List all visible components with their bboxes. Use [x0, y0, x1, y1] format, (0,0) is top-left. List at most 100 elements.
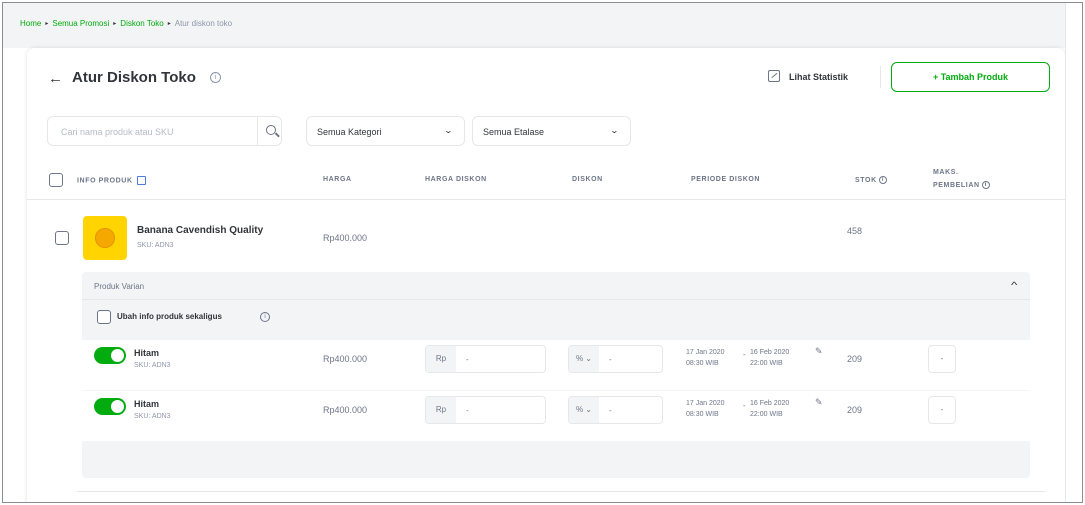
- period-end-time: 22:00 WIB: [750, 411, 783, 418]
- breadcrumb-bar: Home ▸ Semua Promosi ▸ Diskon Toko ▸ Atu…: [3, 3, 1065, 48]
- page-title: Atur Diskon Toko: [72, 69, 196, 86]
- variant-panel: Produk Varian ^ Ubah info produk sekalig…: [82, 272, 1030, 478]
- column-harga: HARGA: [323, 176, 352, 183]
- product-sku: SKU: ADN3: [137, 242, 174, 249]
- period-start-date: 17 Jan 2020: [686, 400, 725, 407]
- column-diskon: DISKON: [572, 176, 603, 183]
- info-square-icon[interactable]: [136, 176, 146, 185]
- period-start: 17 Jan 2020 08:30 WIB: [686, 347, 725, 369]
- column-info-produk-label: INFO PRODUK: [77, 177, 133, 185]
- max-purchase-input[interactable]: -: [928, 345, 956, 373]
- search-icon[interactable]: [266, 125, 276, 135]
- variant-name: Hitam: [134, 399, 160, 409]
- main-card: ← Atur Diskon Toko i Lihat Statistik + T…: [27, 48, 1065, 502]
- period-start: 17 Jan 2020 08:30 WIB: [686, 398, 725, 420]
- product-image: [83, 216, 127, 260]
- column-stok-label: STOK: [855, 176, 877, 184]
- variant-sku: SKU: ADN3: [134, 413, 171, 420]
- discount-price-input[interactable]: Rp -: [425, 396, 546, 424]
- column-periode-diskon: PERIODE DISKON: [691, 176, 761, 183]
- info-icon[interactable]: i: [981, 181, 990, 189]
- variant-row: Hitam SKU: ADN3 Rp400.000 Rp - % ⌄ - 17 …: [82, 391, 1030, 441]
- variant-toggle[interactable]: [94, 398, 126, 415]
- period-end-time: 22:00 WIB: [750, 360, 783, 367]
- variant-price: Rp400.000: [323, 354, 368, 364]
- variant-price: Rp400.000: [323, 405, 368, 415]
- period-end-date: 16 Feb 2020: [750, 349, 790, 356]
- max-purchase-input[interactable]: -: [928, 396, 956, 424]
- product-price: Rp400.000: [323, 233, 368, 243]
- variant-name: Hitam: [134, 348, 160, 358]
- bulk-edit-label: Ubah info produk sekaligus: [117, 312, 222, 321]
- period-dash: -: [743, 350, 746, 359]
- etalase-dropdown-label: Semua Etalase: [483, 127, 545, 137]
- add-product-button[interactable]: + Tambah Produk: [891, 62, 1050, 92]
- chart-icon[interactable]: [768, 70, 780, 82]
- breadcrumb-current: Atur diskon toko: [174, 19, 233, 28]
- breadcrumb-home[interactable]: Home: [20, 19, 41, 28]
- search-divider: [257, 117, 258, 145]
- chevron-down-icon: ⌄: [443, 126, 454, 135]
- column-maks-line2: PEMBELIAN: [933, 181, 980, 189]
- product-checkbox[interactable]: [55, 231, 69, 245]
- bulk-edit-checkbox[interactable]: [97, 310, 111, 324]
- variant-panel-title: Produk Varian: [94, 282, 145, 291]
- category-dropdown[interactable]: Semua Kategori ⌄: [306, 116, 465, 146]
- variant-stock: 209: [847, 405, 863, 415]
- select-all-checkbox[interactable]: [49, 173, 63, 187]
- table-header: INFO PRODUK HARGA HARGA DISKON DISKON PE…: [27, 160, 1065, 200]
- chevron-up-icon[interactable]: ^: [1011, 280, 1017, 290]
- back-arrow-icon[interactable]: ←: [48, 70, 63, 87]
- info-icon[interactable]: i: [878, 176, 887, 184]
- currency-prefix: Rp: [426, 397, 456, 423]
- breadcrumb: Home ▸ Semua Promosi ▸ Diskon Toko ▸ Atu…: [20, 19, 232, 28]
- scrollbar[interactable]: [1065, 3, 1082, 502]
- discount-price-value: -: [466, 406, 469, 415]
- discount-price-value: -: [466, 355, 469, 364]
- search-placeholder: Cari nama produk atau SKU: [61, 127, 174, 137]
- period-start-time: 08:30 WIB: [686, 360, 719, 367]
- breadcrumb-separator-icon: ▸: [167, 21, 171, 27]
- chevron-down-icon: ⌄: [609, 126, 620, 135]
- discount-percent-input[interactable]: % ⌄ -: [568, 345, 663, 373]
- discount-percent-value: -: [609, 406, 612, 415]
- period-end: 16 Feb 2020 22:00 WIB: [750, 347, 789, 369]
- breadcrumb-separator-icon: ▸: [45, 21, 49, 27]
- period-end: 16 Feb 2020 22:00 WIB: [750, 398, 789, 420]
- pencil-icon[interactable]: ✎: [815, 397, 823, 408]
- info-icon[interactable]: i: [210, 72, 221, 83]
- period-start-time: 08:30 WIB: [686, 411, 719, 418]
- period-end-date: 16 Feb 2020: [750, 400, 790, 407]
- discount-type-select[interactable]: % ⌄: [569, 397, 599, 423]
- variant-toggle[interactable]: [94, 347, 126, 364]
- breadcrumb-separator-icon: ▸: [113, 21, 117, 27]
- view-statistics-link[interactable]: Lihat Statistik: [789, 72, 848, 82]
- variant-sku: SKU: ADN3: [134, 362, 171, 369]
- discount-type-select[interactable]: % ⌄: [569, 346, 599, 372]
- breadcrumb-diskon-toko[interactable]: Diskon Toko: [120, 19, 163, 28]
- discount-price-input[interactable]: Rp -: [425, 345, 546, 373]
- column-harga-diskon: HARGA DISKON: [425, 176, 487, 183]
- product-stock: 458: [847, 226, 863, 236]
- divider: [77, 491, 1045, 492]
- variant-row: Hitam SKU: ADN3 Rp400.000 Rp - % ⌄ - 17 …: [82, 340, 1030, 390]
- search-input[interactable]: Cari nama produk atau SKU: [47, 116, 282, 146]
- variant-stock: 209: [847, 354, 863, 364]
- category-dropdown-label: Semua Kategori: [317, 127, 382, 137]
- column-maks-line1: MAKS.: [933, 169, 959, 176]
- header-divider: [880, 66, 881, 88]
- period-start-date: 17 Jan 2020: [686, 349, 725, 356]
- page-frame: Home ▸ Semua Promosi ▸ Diskon Toko ▸ Atu…: [2, 2, 1083, 503]
- column-info-produk: INFO PRODUK: [77, 176, 146, 185]
- pencil-icon[interactable]: ✎: [815, 346, 823, 357]
- breadcrumb-semua-promosi[interactable]: Semua Promosi: [52, 19, 109, 28]
- etalase-dropdown[interactable]: Semua Etalase ⌄: [472, 116, 631, 146]
- variant-panel-header[interactable]: Produk Varian ^: [82, 272, 1030, 300]
- product-name: Banana Cavendish Quality: [137, 225, 264, 236]
- discount-percent-value: -: [609, 355, 612, 364]
- currency-prefix: Rp: [426, 346, 456, 372]
- column-stok: STOK i: [855, 176, 887, 184]
- period-dash: -: [743, 401, 746, 410]
- discount-percent-input[interactable]: % ⌄ -: [568, 396, 663, 424]
- info-icon[interactable]: i: [260, 312, 270, 322]
